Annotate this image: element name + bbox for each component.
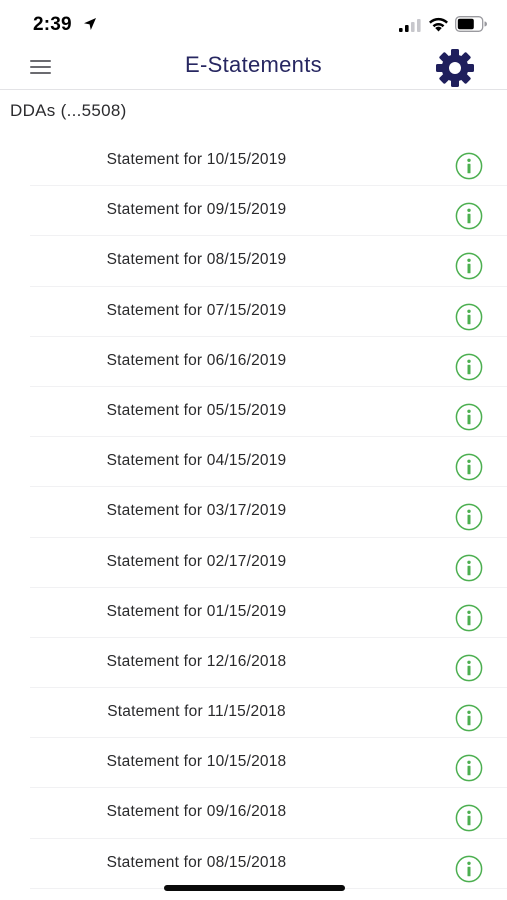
info-circle-icon[interactable]	[455, 704, 483, 732]
statement-label[interactable]: Statement for 07/15/2019	[0, 302, 393, 320]
statement-row[interactable]: Statement for 08/15/2018	[0, 839, 507, 890]
info-circle-icon[interactable]	[455, 654, 483, 682]
gear-icon[interactable]	[432, 48, 478, 88]
wifi-icon	[429, 17, 448, 32]
info-circle-icon[interactable]	[455, 403, 483, 431]
battery-icon	[455, 16, 487, 32]
statement-row[interactable]: Statement for 01/15/2019	[0, 588, 507, 639]
nav-bar: E-Statements	[0, 46, 507, 90]
info-circle-icon[interactable]	[455, 604, 483, 632]
screen: 2:39 E-Statements DDAs (...5508) Stateme…	[0, 0, 507, 900]
location-arrow-icon	[84, 18, 96, 30]
info-circle-icon[interactable]	[455, 804, 483, 832]
statement-row[interactable]: Statement for 10/15/2018	[0, 738, 507, 789]
statement-row[interactable]: Statement for 05/15/2019	[0, 387, 507, 438]
statement-label[interactable]: Statement for 09/16/2018	[0, 803, 393, 821]
statement-label[interactable]: Statement for 01/15/2019	[0, 603, 393, 621]
statement-label[interactable]: Statement for 04/15/2019	[0, 452, 393, 470]
info-circle-icon[interactable]	[455, 152, 483, 180]
info-circle-icon[interactable]	[455, 252, 483, 280]
statement-label[interactable]: Statement for 12/16/2018	[0, 653, 393, 671]
cellular-signal-icon	[399, 19, 421, 32]
info-circle-icon[interactable]	[455, 353, 483, 381]
status-time: 2:39	[33, 14, 72, 35]
info-circle-icon[interactable]	[455, 855, 483, 883]
home-indicator	[164, 885, 345, 891]
info-circle-icon[interactable]	[455, 303, 483, 331]
account-header: DDAs (...5508)	[10, 101, 127, 120]
statement-label[interactable]: Statement for 10/15/2019	[0, 151, 393, 169]
statement-label[interactable]: Statement for 09/15/2019	[0, 201, 393, 219]
page-title: E-Statements	[185, 52, 322, 77]
info-circle-icon[interactable]	[455, 503, 483, 531]
statement-row[interactable]: Statement for 09/16/2018	[0, 788, 507, 839]
statement-label[interactable]: Statement for 05/15/2019	[0, 402, 393, 420]
statement-label[interactable]: Statement for 03/17/2019	[0, 502, 393, 520]
info-circle-icon[interactable]	[455, 554, 483, 582]
statement-label[interactable]: Statement for 06/16/2019	[0, 352, 393, 370]
statement-row[interactable]: Statement for 10/15/2019	[0, 136, 507, 187]
statement-label[interactable]: Statement for 08/15/2019	[0, 251, 393, 269]
info-circle-icon[interactable]	[455, 754, 483, 782]
statement-row[interactable]: Statement for 04/15/2019	[0, 437, 507, 488]
statement-label[interactable]: Statement for 02/17/2019	[0, 553, 393, 571]
statement-label[interactable]: Statement for 10/15/2018	[0, 753, 393, 771]
statement-list: Statement for 10/15/2019 Statement for 09…	[0, 136, 507, 890]
statement-label[interactable]: Statement for 11/15/2018	[0, 703, 393, 721]
statement-row[interactable]: Statement for 02/17/2019	[0, 538, 507, 588]
statement-row[interactable]: Statement for 06/16/2019	[0, 337, 507, 388]
statement-row[interactable]: Statement for 11/15/2018	[0, 688, 507, 739]
statement-row[interactable]: Statement for 09/15/2019	[0, 186, 507, 237]
status-bar: 2:39	[0, 0, 507, 46]
statement-label[interactable]: Statement for 08/15/2018	[0, 854, 393, 872]
statement-row[interactable]: Statement for 07/15/2019	[0, 287, 507, 337]
info-circle-icon[interactable]	[455, 202, 483, 230]
statement-row[interactable]: Statement for 03/17/2019	[0, 487, 507, 538]
statement-row[interactable]: Statement for 08/15/2019	[0, 236, 507, 287]
info-circle-icon[interactable]	[455, 453, 483, 481]
statement-row[interactable]: Statement for 12/16/2018	[0, 638, 507, 689]
